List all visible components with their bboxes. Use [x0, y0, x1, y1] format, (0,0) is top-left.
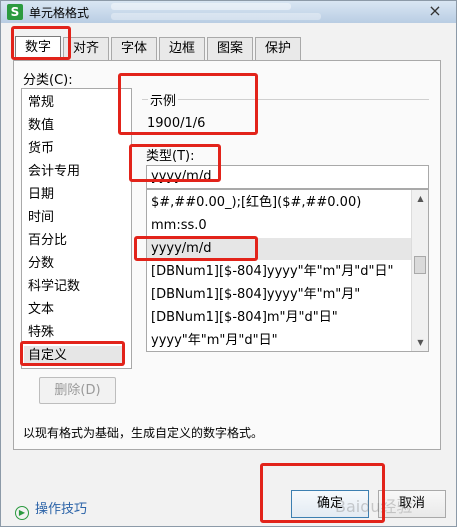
- tab-number[interactable]: 数字: [15, 36, 61, 60]
- format-code-item[interactable]: [DBNum1][$-804]yyyy"年"m"月"d"日": [151, 261, 393, 283]
- category-custom[interactable]: 自定义: [24, 346, 124, 366]
- ok-button[interactable]: 确定: [291, 490, 369, 518]
- play-circle-icon: ▶: [15, 506, 29, 520]
- format-code-item[interactable]: $#,##0.00_);[红色]($#,##0.00): [151, 192, 361, 214]
- sample-label: 示例: [148, 90, 179, 109]
- category-accounting[interactable]: 会计专用: [28, 162, 80, 182]
- tips-link[interactable]: ▶ 操作技巧: [15, 498, 87, 520]
- blurred-background-text: [111, 13, 321, 20]
- type-input[interactable]: yyyy/m/d: [146, 165, 429, 189]
- format-code-item-selected[interactable]: yyyy/m/d: [147, 238, 411, 260]
- category-text[interactable]: 文本: [28, 300, 54, 320]
- type-label: 类型(T):: [146, 149, 195, 164]
- scroll-down-arrow-icon[interactable]: ▼: [412, 334, 428, 351]
- wps-spreadsheet-icon: S: [7, 4, 23, 20]
- category-percentage[interactable]: 百分比: [28, 231, 67, 251]
- format-code-item[interactable]: yyyy"年"m"月"d"日": [151, 330, 278, 351]
- cancel-button[interactable]: 取消: [378, 490, 446, 518]
- scroll-thumb[interactable]: [414, 256, 426, 274]
- category-scientific[interactable]: 科学记数: [28, 277, 80, 297]
- format-code-list[interactable]: $#,##0.00_);[红色]($#,##0.00) mm:ss.0 yyyy…: [146, 189, 429, 352]
- blurred-background-text: [111, 3, 291, 10]
- title-bar[interactable]: S 单元格格式 ×: [1, 1, 456, 23]
- tab-border[interactable]: 边框: [159, 37, 205, 60]
- format-code-item[interactable]: [DBNum1][$-804]yyyy"年"m"月": [151, 284, 360, 306]
- category-special[interactable]: 特殊: [28, 323, 54, 343]
- category-fraction[interactable]: 分数: [28, 254, 54, 274]
- category-number[interactable]: 数值: [28, 116, 54, 136]
- custom-format-description: 以现有格式为基础，生成自定义的数字格式。: [23, 426, 264, 440]
- category-time[interactable]: 时间: [28, 208, 54, 228]
- dialog-title: 单元格格式: [29, 6, 90, 20]
- format-code-item[interactable]: mm:ss.0: [151, 215, 207, 237]
- scroll-up-arrow-icon[interactable]: ▲: [412, 190, 428, 207]
- format-cells-dialog: S 单元格格式 × 数字 对齐 字体 边框 图案 保护 分类(C): 常规 数值…: [0, 0, 457, 527]
- category-currency[interactable]: 货币: [28, 139, 54, 159]
- tab-patterns[interactable]: 图案: [207, 37, 253, 60]
- category-general[interactable]: 常规: [28, 93, 54, 113]
- sample-value: 1900/1/6: [147, 116, 206, 131]
- format-list-scrollbar[interactable]: ▲ ▼: [411, 190, 428, 351]
- category-date[interactable]: 日期: [28, 185, 54, 205]
- close-icon[interactable]: ×: [424, 2, 446, 20]
- delete-button[interactable]: 删除(D): [39, 377, 116, 404]
- tab-alignment[interactable]: 对齐: [63, 37, 109, 60]
- tips-label[interactable]: 操作技巧: [35, 502, 87, 517]
- format-code-item[interactable]: [DBNum1][$-804]m"月"d"日": [151, 307, 338, 329]
- category-list[interactable]: 常规 数值 货币 会计专用 日期 时间 百分比 分数 科学记数 文本 特殊 自定…: [21, 88, 132, 369]
- tab-protection[interactable]: 保护: [255, 37, 301, 60]
- tab-font[interactable]: 字体: [111, 37, 157, 60]
- category-label: 分类(C):: [23, 73, 73, 88]
